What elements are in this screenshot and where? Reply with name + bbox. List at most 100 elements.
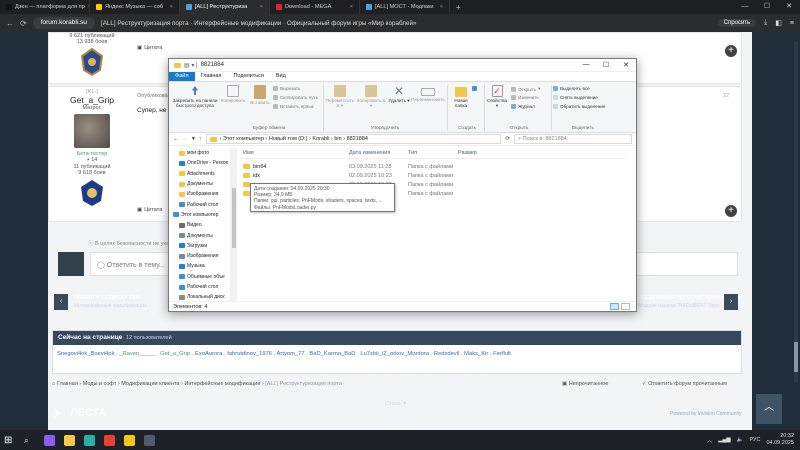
- browser-tab[interactable]: Download - MEGA ×: [270, 0, 360, 14]
- game-icon[interactable]: [144, 434, 155, 446]
- forward-icon[interactable]: →: [183, 136, 189, 142]
- file-explorer-icon[interactable]: [64, 434, 75, 446]
- minimize-icon[interactable]: —: [734, 0, 756, 14]
- quote-button[interactable]: ▣ Цитата: [137, 45, 162, 51]
- scroll-top-icon[interactable]: ︿: [756, 394, 782, 424]
- tab-close-icon[interactable]: ×: [440, 4, 443, 10]
- windows-start-icon[interactable]: ⊞: [4, 435, 15, 446]
- extensions-icon[interactable]: ◧: [775, 19, 782, 27]
- url-field[interactable]: forum.korabli.su: [32, 17, 95, 29]
- rename-button[interactable]: Переименовать: [411, 85, 445, 102]
- online-user-link[interactable]: Ferflult: [493, 351, 511, 357]
- up-icon[interactable]: ↑: [199, 136, 202, 142]
- online-user-link[interactable]: BaD_Karma_BaD: [309, 351, 355, 357]
- navpane-scrollbar[interactable]: [231, 148, 237, 302]
- browser-tab[interactable]: Дзен — платформа для пр×: [0, 0, 90, 14]
- path-segment[interactable]: 8821884: [347, 136, 368, 142]
- back-arrow-icon[interactable]: ←: [6, 19, 14, 28]
- nav-item[interactable]: Рабочий стол: [169, 199, 230, 209]
- online-user-link[interactable]: Redxdevil: [434, 351, 459, 357]
- menu-icon[interactable]: ≡: [790, 20, 794, 27]
- breadcrumb-item[interactable]: Главная: [57, 381, 78, 387]
- column-name[interactable]: Имя: [241, 150, 349, 156]
- nav-item[interactable]: Видео: [169, 220, 230, 230]
- new-tab-icon[interactable]: +: [450, 3, 461, 12]
- author-username[interactable]: Get_a_Grip: [53, 95, 131, 105]
- tab-close-icon[interactable]: ×: [170, 4, 173, 10]
- pin-quick-access-button[interactable]: Закрепить на панели быстрого доступа: [171, 85, 219, 108]
- path-segment[interactable]: Новый том (D:): [269, 136, 308, 142]
- column-size[interactable]: Размер: [458, 150, 498, 156]
- multiquote-plus-icon[interactable]: +: [725, 205, 737, 217]
- ribbon-tab[interactable]: Файл: [169, 72, 195, 81]
- path-segment[interactable]: Этот компьютер: [223, 136, 264, 142]
- history-button[interactable]: Журнал: [511, 104, 535, 109]
- yandex-music-icon[interactable]: [124, 434, 135, 446]
- tiles-view-icon[interactable]: [621, 303, 630, 310]
- delete-button[interactable]: ✕ Удалить ▾: [387, 85, 411, 103]
- file-row[interactable]: bin64 03.09.2025 11:28 Папка с файлами: [241, 162, 625, 171]
- volume-icon[interactable]: 🔈: [737, 437, 744, 443]
- column-type[interactable]: Тип: [408, 150, 458, 156]
- lesta-logo[interactable]: ЛЕСТА: [52, 406, 107, 420]
- column-date[interactable]: Дата изменения: [349, 150, 408, 156]
- tab-close-icon[interactable]: ×: [350, 4, 353, 10]
- cut-button[interactable]: Вырезать: [273, 86, 300, 91]
- copy-path-button[interactable]: Скопировать путь: [273, 95, 318, 100]
- yandex-browser-icon[interactable]: [104, 434, 115, 446]
- explorer-path-bar[interactable]: › Этот компьютер › Новый том (D:) › Kora…: [205, 134, 502, 144]
- alice-icon[interactable]: [44, 434, 55, 446]
- online-user-link[interactable]: _Raven_____: [119, 351, 155, 357]
- browser-tab[interactable]: [ALL] МОСТ - Модпаки ×: [360, 0, 450, 14]
- properties-button[interactable]: ✓ Свойства ▾: [486, 85, 508, 108]
- ribbon-tab[interactable]: Вид: [270, 72, 292, 81]
- multiquote-plus-icon[interactable]: +: [725, 45, 737, 57]
- copy-to-button[interactable]: Копировать в ▾: [356, 85, 386, 108]
- nav-item[interactable]: Документы: [169, 230, 230, 240]
- select-all-button[interactable]: Выделить все: [553, 86, 590, 91]
- browser-tab[interactable]: Яндекс Музыка — соб ×: [90, 0, 180, 14]
- save-password-button[interactable]: Спросить: [717, 19, 757, 27]
- online-user-link[interactable]: ExoAurora: [195, 351, 222, 357]
- quote-button[interactable]: ▣ Цитата: [137, 207, 162, 213]
- reload-icon[interactable]: ⟳: [20, 19, 27, 28]
- nav-item[interactable]: Attachments: [169, 169, 230, 179]
- nav-item[interactable]: мои фото: [169, 148, 230, 158]
- copy-button[interactable]: Копировать: [219, 85, 247, 103]
- nav-item[interactable]: Рабочий стол: [169, 282, 230, 292]
- browser-tab[interactable]: [ALL] Реструктуриза ×: [180, 0, 270, 14]
- paste-button[interactable]: Вставить: [247, 85, 273, 105]
- nav-item[interactable]: Загрузки: [169, 241, 230, 251]
- next-arrow-icon[interactable]: ›: [724, 294, 738, 310]
- style-selector[interactable]: Стиль ▾: [385, 401, 406, 407]
- path-segment[interactable]: bin: [334, 136, 341, 142]
- prev-topic-label[interactable]: ПЕРЕЙТИ К СПИСКУ ТЕМ: [74, 295, 140, 301]
- tab-close-icon[interactable]: ×: [260, 4, 263, 10]
- online-user-link[interactable]: Get_a_Grip: [160, 351, 190, 357]
- prev-arrow-icon[interactable]: ‹: [54, 294, 68, 310]
- next-topic-sub[interactable]: Модпак панели "BADoBEST Style": [638, 303, 722, 309]
- recent-icon[interactable]: ▾: [192, 136, 195, 142]
- nav-item[interactable]: Изображения: [169, 251, 230, 261]
- tray-chevron-icon[interactable]: ︿: [707, 436, 713, 444]
- maximize-icon[interactable]: ☐: [596, 61, 616, 69]
- mark-forum-read-link[interactable]: Отметить форум прочитанным: [648, 381, 727, 387]
- breadcrumb-item[interactable]: Модификации клиента: [121, 381, 179, 387]
- downloads-icon[interactable]: ⤓: [764, 19, 767, 27]
- close-icon[interactable]: ✕: [778, 0, 800, 14]
- ribbon-tab[interactable]: Главная: [195, 72, 228, 81]
- language-indicator[interactable]: РУС: [749, 437, 760, 443]
- nav-item[interactable]: Музыка: [169, 261, 230, 271]
- nav-item[interactable]: Документы: [169, 179, 230, 189]
- online-user-link[interactable]: fahrutdinov_1976: [227, 351, 272, 357]
- maximize-icon[interactable]: ☐: [756, 0, 778, 14]
- minimize-icon[interactable]: —: [576, 61, 596, 69]
- path-segment[interactable]: Korabli: [312, 136, 329, 142]
- invert-selection-button[interactable]: Обратить выделение: [553, 104, 605, 109]
- online-user-link[interactable]: Artyom_77: [277, 351, 305, 357]
- ribbon-tab[interactable]: Поделиться: [227, 72, 269, 81]
- nav-item[interactable]: Изображения: [169, 189, 230, 199]
- select-none-button[interactable]: Снять выделение: [553, 95, 598, 100]
- nav-item[interactable]: OneDrive - Person: [169, 158, 230, 168]
- online-user-link[interactable]: Maks_Kir: [464, 351, 488, 357]
